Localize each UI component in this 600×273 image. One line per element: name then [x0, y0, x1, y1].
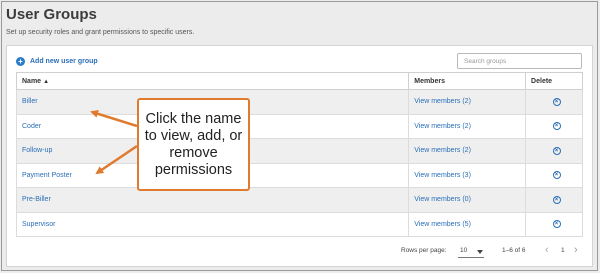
plus-circle-icon: + — [16, 57, 25, 66]
view-members-link[interactable]: View members (2) — [414, 147, 471, 154]
table-row: Biller View members (2) × — [15, 89, 583, 115]
table-row: Supervisor View members (5) × — [15, 211, 583, 237]
user-groups-panel: + Add new user group Name▲ Members Delet… — [6, 45, 593, 267]
add-user-group-button[interactable]: + Add new user group — [16, 56, 98, 67]
current-page: 1 — [561, 247, 565, 254]
callout-box: Click the name to view, add, or remove p… — [137, 98, 250, 191]
view-members-link[interactable]: View members (3) — [414, 172, 471, 179]
rows-per-page-label: Rows per page: — [401, 247, 447, 254]
view-members-link[interactable]: View members (2) — [414, 98, 471, 105]
view-members-link[interactable]: View members (2) — [414, 123, 471, 130]
group-name-link[interactable]: Follow-up — [22, 147, 52, 154]
pagination: Rows per page: 10 1–6 of 6 ‹ 1 › — [367, 244, 587, 260]
group-name-link[interactable]: Coder — [22, 123, 41, 130]
page-subtitle: Set up security roles and grant permissi… — [6, 29, 195, 36]
x-circle-icon[interactable]: × — [552, 122, 561, 131]
delete-column-header: Delete — [525, 72, 583, 90]
x-circle-icon[interactable]: × — [552, 97, 561, 106]
search-groups-input[interactable] — [457, 53, 582, 69]
name-column-label: Name — [22, 77, 42, 85]
page-title: User Groups — [6, 6, 97, 23]
caret-down-icon — [477, 250, 483, 254]
x-circle-icon[interactable]: × — [552, 195, 561, 204]
x-circle-icon[interactable]: × — [552, 146, 561, 155]
group-name-link[interactable]: Pre-Biller — [22, 196, 51, 203]
chevron-left-icon[interactable]: ‹ — [545, 244, 549, 256]
x-circle-icon[interactable]: × — [552, 220, 561, 229]
pagination-range: 1–6 of 6 — [502, 247, 526, 254]
callout-text: Click the name to view, add, or remove p… — [144, 110, 243, 178]
view-members-link[interactable]: View members (0) — [414, 196, 471, 203]
sort-ascending-icon: ▲ — [43, 78, 50, 85]
table-row: Pre-Biller View members (0) × — [15, 187, 583, 213]
add-user-group-label: Add new user group — [30, 58, 98, 65]
view-members-link[interactable]: View members (5) — [414, 221, 471, 228]
x-circle-icon[interactable]: × — [552, 171, 561, 180]
table-row: Coder View members (2) × — [15, 113, 583, 139]
chevron-right-icon[interactable]: › — [574, 244, 578, 256]
table-row: Follow-up View members (2) × — [15, 138, 583, 164]
table-header-row: Name ▲ Members Delete — [15, 72, 583, 90]
name-column-header[interactable]: Name ▲ — [15, 72, 410, 90]
members-column-header: Members — [408, 72, 527, 90]
group-name-link[interactable]: Payment Poster — [22, 172, 72, 179]
rows-per-page-value: 10 — [460, 247, 468, 254]
group-name-link[interactable]: Biller — [22, 98, 38, 105]
rows-per-page-select[interactable]: 10 — [458, 245, 484, 258]
table-row: Payment Poster View members (3) × — [15, 162, 583, 188]
user-groups-table: Name ▲ Members Delete Biller View members… — [15, 72, 583, 237]
group-name-link[interactable]: Supervisor — [22, 221, 55, 228]
